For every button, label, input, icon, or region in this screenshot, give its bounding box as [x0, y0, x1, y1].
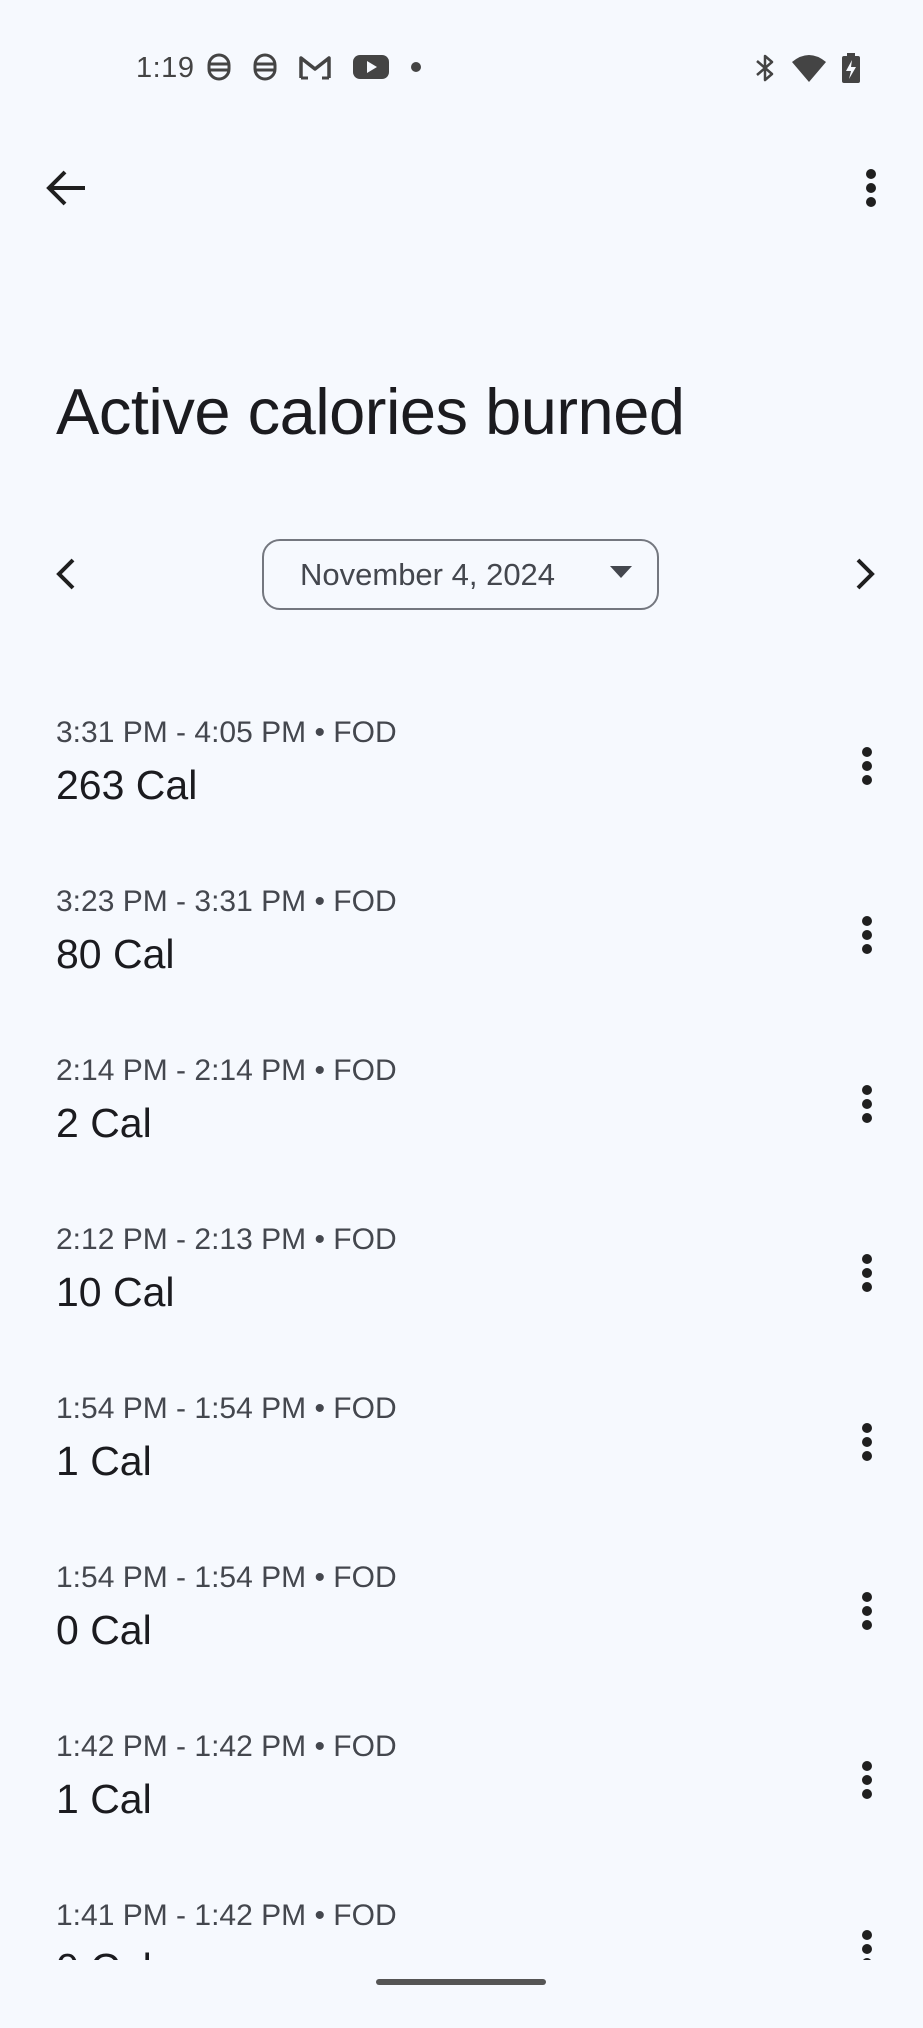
entry-more-button[interactable]	[837, 1752, 897, 1812]
entry-more-button[interactable]	[837, 1414, 897, 1474]
entry-time-range: 2:14 PM - 2:14 PM • FOD	[56, 1054, 397, 1087]
entry-time-range: 1:54 PM - 1:54 PM • FOD	[56, 1561, 397, 1594]
entry-calories: 80 Cal	[56, 931, 175, 977]
more-options-button[interactable]	[841, 160, 901, 220]
gmail-icon	[298, 54, 332, 80]
notification-icon	[252, 52, 278, 82]
wifi-icon	[791, 53, 827, 88]
chevron-left-icon	[55, 557, 77, 596]
more-vert-icon	[861, 1591, 873, 1636]
calorie-entries-list: 3:31 PM - 4:05 PM • FOD 263 Cal 3:23 PM …	[0, 676, 923, 2028]
more-vert-icon	[861, 915, 873, 960]
bluetooth-icon	[753, 52, 777, 89]
list-item[interactable]: 1:42 PM - 1:42 PM • FOD 1 Cal	[0, 1690, 923, 1859]
next-day-button[interactable]	[835, 546, 895, 606]
list-item[interactable]: 2:12 PM - 2:13 PM • FOD 10 Cal	[0, 1183, 923, 1352]
home-indicator[interactable]	[376, 1979, 546, 1985]
battery-charging-icon	[841, 52, 861, 89]
date-navigation: November 4, 2024	[0, 536, 923, 616]
entry-more-button[interactable]	[837, 1583, 897, 1643]
selected-date: November 4, 2024	[300, 556, 556, 592]
more-vert-icon	[861, 1084, 873, 1129]
date-picker-dropdown[interactable]: November 4, 2024	[262, 539, 659, 610]
dot-icon	[410, 61, 422, 73]
status-system-icons	[753, 52, 861, 89]
notification-icon	[206, 52, 232, 82]
list-item[interactable]: 1:54 PM - 1:54 PM • FOD 1 Cal	[0, 1352, 923, 1521]
entry-time-range: 3:31 PM - 4:05 PM • FOD	[56, 716, 397, 749]
page-title: Active calories burned	[56, 375, 685, 448]
entry-more-button[interactable]	[837, 1245, 897, 1305]
youtube-icon	[352, 53, 390, 81]
previous-day-button[interactable]	[36, 546, 96, 606]
more-vert-icon	[865, 168, 877, 213]
entry-calories: 263 Cal	[56, 762, 198, 808]
chevron-right-icon	[854, 557, 876, 596]
entry-more-button[interactable]	[837, 907, 897, 967]
entry-time-range: 1:54 PM - 1:54 PM • FOD	[56, 1392, 397, 1425]
more-vert-icon	[861, 746, 873, 791]
entry-calories: 0 Cal	[56, 1607, 152, 1653]
more-vert-icon	[861, 1760, 873, 1805]
arrow-back-icon	[45, 168, 87, 213]
arrow-drop-down-icon	[609, 565, 633, 584]
status-bar: 1:19	[0, 0, 923, 140]
entry-time-range: 3:23 PM - 3:31 PM • FOD	[56, 885, 397, 918]
top-app-bar	[0, 150, 923, 230]
more-vert-icon	[861, 1422, 873, 1467]
list-item[interactable]: 3:31 PM - 4:05 PM • FOD 263 Cal	[0, 676, 923, 845]
entry-calories: 2 Cal	[56, 1100, 152, 1146]
more-vert-icon	[861, 1253, 873, 1298]
entry-more-button[interactable]	[837, 738, 897, 798]
entry-calories: 10 Cal	[56, 1269, 175, 1315]
entry-more-button[interactable]	[837, 1076, 897, 1136]
back-button[interactable]	[36, 160, 96, 220]
entry-calories: 1 Cal	[56, 1438, 152, 1484]
list-item[interactable]: 3:23 PM - 3:31 PM • FOD 80 Cal	[0, 845, 923, 1014]
entry-time-range: 2:12 PM - 2:13 PM • FOD	[56, 1223, 397, 1256]
status-notification-icons	[206, 52, 422, 82]
entry-calories: 1 Cal	[56, 1776, 152, 1822]
entry-time-range: 1:42 PM - 1:42 PM • FOD	[56, 1730, 397, 1763]
status-time: 1:19	[136, 52, 195, 84]
list-item[interactable]: 1:41 PM - 1:42 PM • FOD 0 Cal	[0, 1859, 923, 2028]
list-item[interactable]: 1:54 PM - 1:54 PM • FOD 0 Cal	[0, 1521, 923, 1690]
list-item[interactable]: 2:14 PM - 2:14 PM • FOD 2 Cal	[0, 1014, 923, 1183]
entry-time-range: 1:41 PM - 1:42 PM • FOD	[56, 1899, 397, 1932]
